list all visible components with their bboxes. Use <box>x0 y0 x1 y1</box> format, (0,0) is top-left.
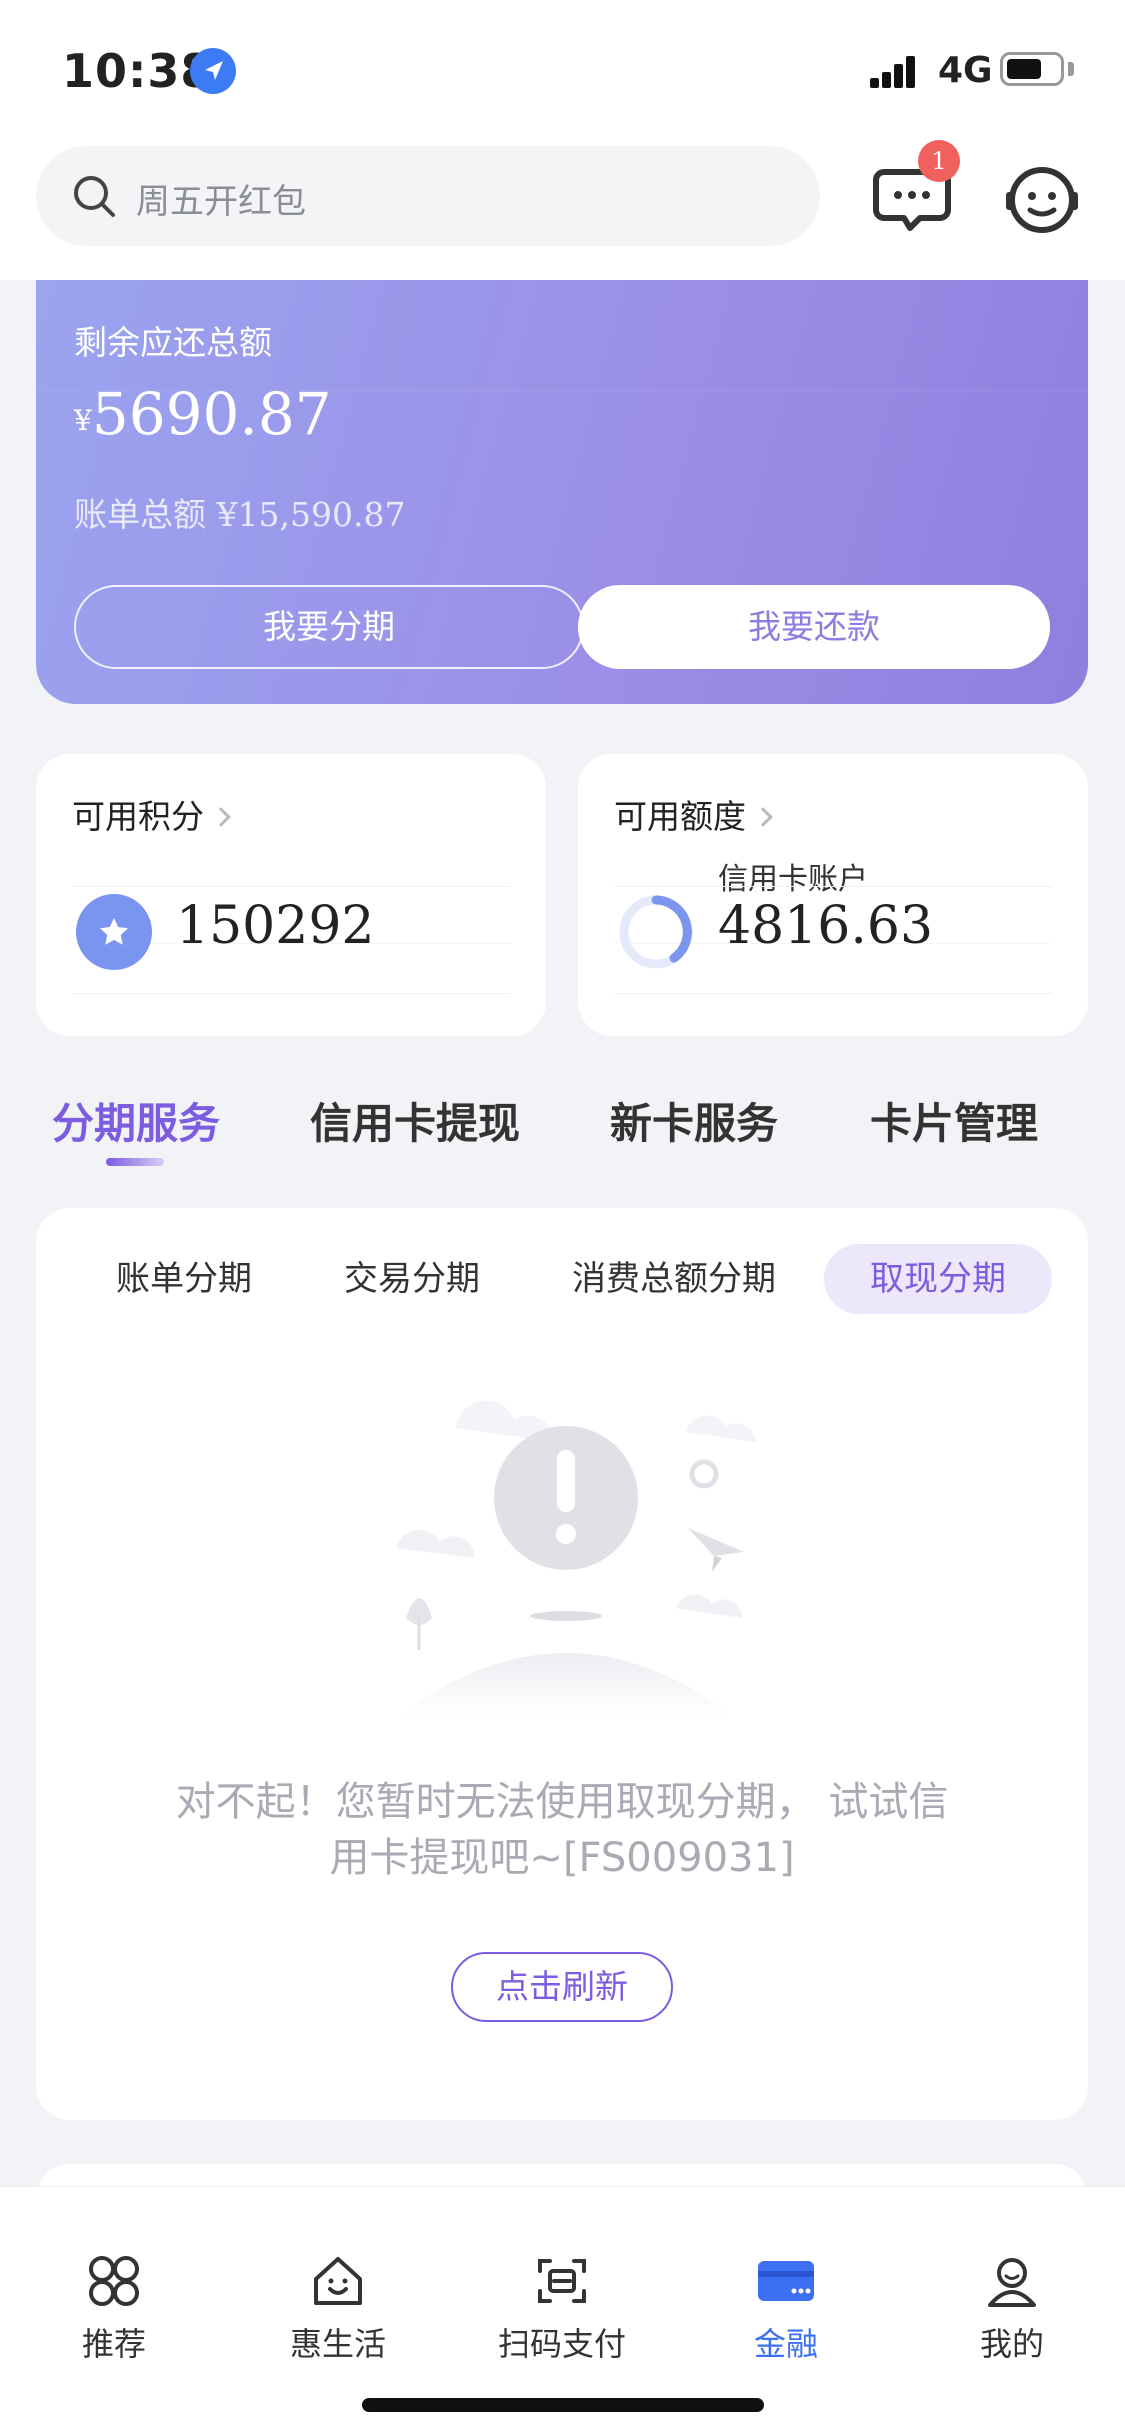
search-bar[interactable]: 周五开红包 <box>36 146 820 246</box>
points-title[interactable]: 可用积分 <box>72 790 231 838</box>
grid-clover-icon <box>89 2256 139 2306</box>
nav-label: 金融 <box>753 2325 818 2363</box>
service-tabs: 分期服务 信用卡提现 新卡服务 卡片管理 <box>0 1080 1125 1190</box>
refresh-button[interactable]: 点击刷新 <box>451 1952 673 2022</box>
scan-icon <box>538 2259 586 2303</box>
nav-label: 推荐 <box>81 2325 146 2363</box>
nav-mine[interactable]: 我的 <box>932 2249 1092 2365</box>
status-bar: 10:38 4G <box>0 0 1125 140</box>
nav-scan-pay[interactable]: 扫码支付 <box>482 2249 642 2365</box>
search-icon <box>74 176 115 217</box>
credit-usage-ring-icon <box>619 895 693 969</box>
home-indicator <box>362 2398 764 2412</box>
tab-card-management[interactable]: 卡片管理 <box>870 1090 1038 1151</box>
tab-new-card-service[interactable]: 新卡服务 <box>610 1090 778 1151</box>
cellular-signal-icon <box>870 56 915 88</box>
subtab-total-spending-installment[interactable]: 消费总额分期 <box>572 1244 776 1314</box>
bill-title: 剩余应还总额 <box>74 323 272 362</box>
empty-state-message: 对不起！您暂时无法使用取现分期， 试试信用卡提现吧~[FS009031] <box>175 1779 949 1881</box>
nav-finance[interactable]: 金融 <box>706 2249 866 2365</box>
empty-state-illustration <box>396 1400 756 1718</box>
bill-amount-value: 5690.87 <box>91 380 332 448</box>
top-header: 周五开红包 1 <box>0 140 1125 280</box>
search-input[interactable]: 周五开红包 <box>136 174 306 223</box>
nav-label: 我的 <box>979 2325 1044 2363</box>
tab-installment-service[interactable]: 分期服务 <box>52 1090 220 1151</box>
chevron-right-icon <box>211 807 231 827</box>
subtab-transaction-installment[interactable]: 交易分期 <box>344 1244 480 1314</box>
points-title-label: 可用积分 <box>72 797 204 836</box>
credit-title-label: 可用额度 <box>614 797 746 836</box>
star-icon <box>76 894 152 970</box>
bill-total-label: 账单总额 <box>74 495 206 534</box>
tab-credit-withdraw[interactable]: 信用卡提现 <box>310 1090 520 1151</box>
credit-limit-value: 4816.63 <box>718 896 934 956</box>
bill-summary-card[interactable]: 剩余应还总额 ¥5690.87 账单总额 ¥15,590.87 我要分期 我要还… <box>36 280 1088 704</box>
bill-total-value: ¥15,590.87 <box>216 495 406 534</box>
network-type: 4G <box>938 50 993 91</box>
bill-amount: ¥5690.87 <box>74 380 332 448</box>
house-icon <box>314 2257 362 2305</box>
points-value: 150292 <box>176 896 375 956</box>
bill-total: 账单总额 ¥15,590.87 <box>74 488 405 536</box>
location-arrow-icon <box>190 48 236 94</box>
nav-label: 扫码支付 <box>497 2325 626 2363</box>
nav-life[interactable]: 惠生活 <box>258 2249 418 2365</box>
user-icon <box>988 2258 1036 2307</box>
repay-button[interactable]: 我要还款 <box>578 585 1050 669</box>
card-icon <box>758 2261 814 2301</box>
credit-limit-card[interactable]: 可用额度 信用卡账户 4816.63 <box>578 754 1088 1036</box>
points-card[interactable]: 可用积分 150292 <box>36 754 546 1036</box>
chevron-right-icon <box>753 807 773 827</box>
battery-icon <box>1000 52 1064 86</box>
message-badge: 1 <box>918 140 960 182</box>
nav-recommend[interactable]: 推荐 <box>34 2249 194 2365</box>
currency-symbol: ¥ <box>74 404 92 437</box>
installment-button[interactable]: 我要分期 <box>74 585 584 669</box>
battery-tip <box>1068 62 1074 76</box>
subtab-bill-installment[interactable]: 账单分期 <box>116 1244 252 1314</box>
active-tab-indicator <box>106 1158 164 1166</box>
nav-label: 惠生活 <box>289 2325 386 2363</box>
subtab-cash-installment[interactable]: 取现分期 <box>824 1244 1052 1314</box>
customer-service-icon[interactable] <box>1000 158 1084 242</box>
installment-content-card: 账单分期 交易分期 消费总额分期 取现分期 对不起！您暂时无法使用取现分期， 试… <box>36 1208 1088 2120</box>
credit-title[interactable]: 可用额度 <box>614 790 773 838</box>
